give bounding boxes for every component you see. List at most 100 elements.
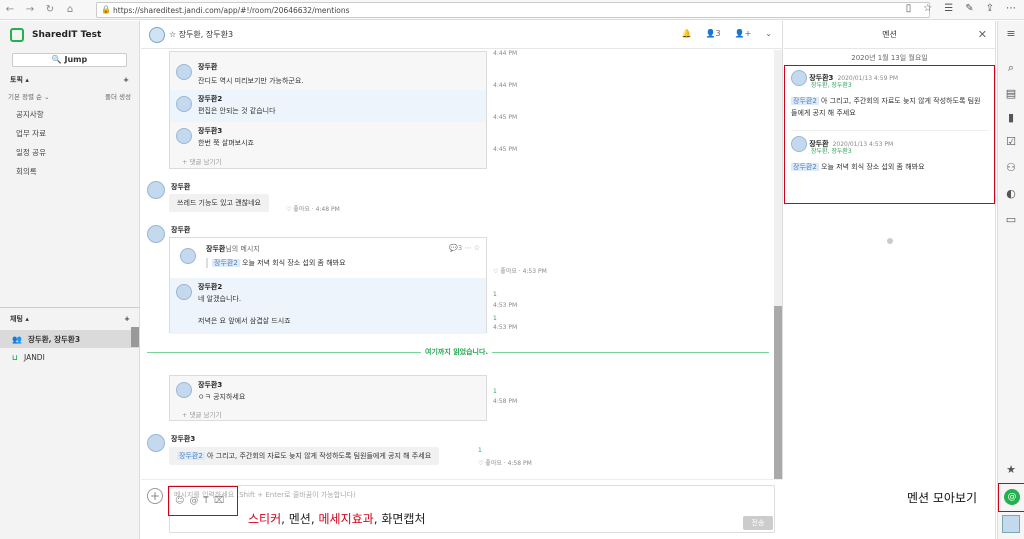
thread-reply: 장두환2 편집은 안되는 것 같습니다	[170, 90, 486, 122]
message-text: 잔디도 역시 미리보기만 가능하군요.	[198, 77, 304, 85]
read-count: 1	[493, 388, 497, 395]
mention-body: 장두환2 아 그리고, 주간회의 자료도 늦지 않게 작성하도록 팀원들에게 공…	[791, 97, 981, 117]
group-avatar-icon: 👥	[12, 334, 22, 344]
jandi-bot-icon: ⊔	[12, 352, 18, 362]
more-icon[interactable]: ⋯	[1006, 3, 1016, 14]
sidebar-divider	[0, 307, 140, 308]
pen-icon[interactable]: ✎	[965, 3, 973, 14]
invite-member-icon[interactable]: 👤+	[735, 29, 752, 38]
topics-section-header[interactable]: 토픽 ▴ +	[0, 73, 139, 87]
menu-icon[interactable]: ≡	[1004, 27, 1018, 41]
sticker-icon[interactable]: ☺	[175, 496, 184, 506]
annotation-mention-caption: 멘션 모아보기	[907, 491, 978, 505]
tasks-icon[interactable]: ☑	[1004, 135, 1018, 149]
message-text: 네 알겠습니다.	[198, 295, 242, 303]
favorites-icon[interactable]: ☰	[944, 3, 953, 14]
like-button[interactable]: ♡ 좋아요 · 4:48 PM	[286, 204, 340, 213]
mention-at-icon[interactable]: @	[189, 496, 198, 506]
address-bar[interactable]: 🔒 https://shareditest.jandi.com/app/#!/r…	[96, 2, 930, 18]
sidebar-scrollbar[interactable]	[131, 327, 139, 347]
chat-item-active[interactable]: 👥 장두환, 장두환3	[0, 330, 140, 348]
message-text: 한번 쭉 살펴보시죠	[198, 139, 254, 147]
mention-item[interactable]: 장두환3 2020/01/13 4:59 PM 장두환, 장두환3 장두환2 아 …	[791, 70, 986, 119]
avatar	[791, 136, 807, 152]
topic-item[interactable]: 업무 자료	[0, 124, 139, 143]
mention-tag[interactable]: 장두환2	[212, 259, 240, 267]
avatar	[147, 181, 165, 199]
search-icon[interactable]: ⌕	[1004, 61, 1018, 75]
avatar	[176, 284, 192, 300]
attach-file-button[interactable]: +	[147, 488, 163, 504]
topic-sort-row: 기본 정렬 순 ⌄ 폴더 생성	[0, 91, 139, 103]
annotation-tools-caption: 스티커, 멘션, 메세지효과, 화면캡처	[248, 512, 426, 526]
jump-button[interactable]: 🔍 Jump	[12, 53, 127, 67]
chat-item-label: 장두환, 장두환3	[27, 334, 81, 344]
quoted-thread-block: 장두환님의 메시지 장두환2 오늘 저녁 회식 장소 섭외 좀 해봐요 💬3 ⋯…	[169, 237, 487, 334]
room-avatar	[149, 26, 165, 43]
add-topic-icon[interactable]: +	[123, 76, 129, 84]
inbox-icon[interactable]: ▭	[1004, 213, 1018, 227]
profile-avatar[interactable]	[1002, 515, 1020, 533]
mention-item[interactable]: 장두환 2020/01/13 4:53 PM 장두환, 장두환3 장두환2 오늘 …	[791, 136, 986, 173]
chats-section-header[interactable]: 채팅 ▴ +	[0, 312, 140, 326]
mention-panel-header: 멘션 ✕	[784, 21, 995, 49]
add-chat-icon[interactable]: +	[124, 315, 130, 323]
quoted-message[interactable]: 장두환님의 메시지 장두환2 오늘 저녁 회식 장소 섭외 좀 해봐요 💬3 ⋯…	[170, 238, 486, 278]
members-icon[interactable]: ⚇	[1004, 161, 1018, 175]
chat-item-jandi[interactable]: ⊔ JANDI	[0, 348, 140, 366]
send-button[interactable]: 전송	[743, 516, 773, 530]
reading-view-icon[interactable]: ▯	[906, 3, 912, 14]
document-icon[interactable]: ▮	[1004, 111, 1018, 125]
read-count: 1	[493, 315, 497, 322]
timestamp: 4:58 PM	[493, 398, 518, 405]
share-icon[interactable]: ⇪	[986, 3, 994, 14]
message-text: 저녁은 요 앞에서 삼겹살 드시죠	[198, 317, 291, 325]
topic-item[interactable]: 회의록	[0, 162, 139, 181]
close-icon[interactable]: ✕	[978, 21, 987, 49]
mention-tag[interactable]: 장두환2	[177, 452, 205, 460]
thread-reply: 장두환2 네 알겠습니다. 저녁은 요 앞에서 삼겹살 드시죠	[170, 278, 486, 334]
sender-name: 장두환2	[198, 95, 223, 103]
room-title[interactable]: ☆ 장두환, 장두환3	[169, 29, 233, 40]
sender-name: 장두환3	[198, 381, 223, 389]
screen-capture-icon[interactable]: ⌧	[214, 496, 224, 506]
refresh-icon[interactable]: ↻	[40, 4, 60, 15]
mention-body: 장두환2 오늘 저녁 회식 장소 섭외 좀 해봐요	[791, 163, 925, 171]
thread-actions[interactable]: 💬3 ⋯ ☆	[449, 244, 480, 252]
thread-reply: 장두환3 한번 쭉 살펴보시죠	[170, 122, 486, 154]
like-button[interactable]: ♡ 좋아요 · 4:53 PM	[493, 266, 547, 275]
sort-dropdown[interactable]: 기본 정렬 순 ⌄	[8, 91, 50, 103]
message-text: 편집은 안되는 것 같습니다	[198, 107, 276, 115]
team-header[interactable]: SharedIT Test	[0, 21, 139, 49]
topic-item[interactable]: 일정 공유	[0, 143, 139, 162]
avatar	[147, 434, 165, 452]
topic-item[interactable]: 공지사항	[0, 105, 139, 124]
avatar	[176, 128, 192, 144]
avatar	[176, 96, 192, 112]
like-button[interactable]: ♡ 좋아요 · 4:58 PM	[478, 458, 532, 467]
files-icon[interactable]: ▤	[1004, 87, 1018, 101]
leave-reply-link[interactable]: + 댓글 남기기	[182, 409, 221, 419]
browser-toolbar: ← → ↻ ⌂ 🔒 https://shareditest.jandi.com/…	[0, 0, 1024, 20]
forward-icon[interactable]: →	[20, 4, 40, 15]
connect-icon[interactable]: ◐	[1004, 187, 1018, 201]
left-sidebar: SharedIT Test 🔍 Jump 토픽 ▴ + 기본 정렬 순 ⌄ 폴더…	[0, 21, 140, 539]
leave-reply-link[interactable]: + 댓글 남기기	[182, 156, 221, 166]
message-bubble: 장두환2 아 그리고, 주간회의 자료도 늦지 않게 작성하도록 팀원들에게 공…	[169, 447, 440, 465]
members-icon[interactable]: 👤3	[706, 29, 721, 38]
notification-bell-icon[interactable]: 🔔	[682, 29, 692, 38]
chevron-down-icon[interactable]: ⌄	[765, 29, 772, 38]
chat-scrollbar-thumb[interactable]	[774, 306, 782, 496]
favorite-star-icon[interactable]: ☆	[923, 3, 932, 14]
avatar	[176, 64, 192, 80]
mention-view-icon[interactable]: @	[1004, 489, 1020, 505]
create-folder-link[interactable]: 폴더 생성	[105, 91, 131, 103]
sender-name: 장두환3	[198, 127, 223, 135]
sender-name: 장두환	[198, 63, 218, 71]
back-icon[interactable]: ←	[0, 4, 20, 15]
home-icon[interactable]: ⌂	[60, 4, 80, 15]
mention-list: 장두환3 2020/01/13 4:59 PM 장두환, 장두환3 장두환2 아 …	[784, 65, 995, 244]
text-effect-icon[interactable]: T	[203, 496, 209, 506]
star-icon[interactable]: ★	[1004, 463, 1018, 477]
lock-icon: 🔒	[101, 5, 111, 14]
